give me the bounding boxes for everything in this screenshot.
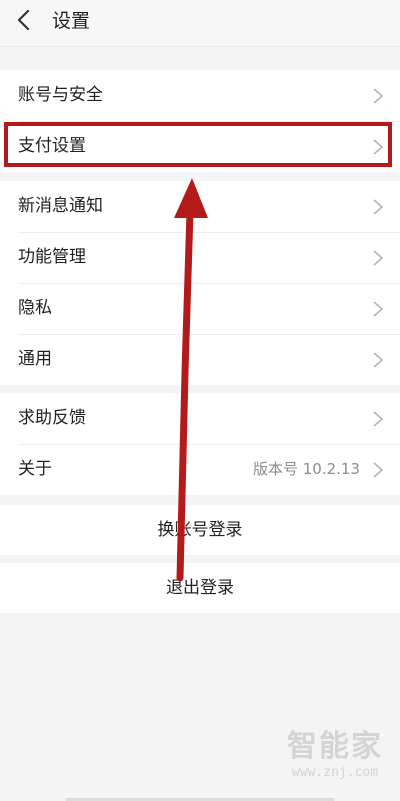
row-label: 求助反馈: [18, 408, 86, 428]
chevron-right-icon: [373, 250, 384, 266]
page-title: 设置: [52, 10, 91, 32]
row-label: 账号与安全: [18, 85, 103, 105]
switch-account-button[interactable]: 换账号登录: [0, 505, 400, 555]
row-label: 功能管理: [18, 247, 86, 267]
watermark: 智能家 www.znj.com: [280, 729, 390, 789]
settings-group-account: 账号与安全 支付设置: [0, 70, 400, 172]
row-account-security[interactable]: 账号与安全: [0, 70, 400, 121]
chevron-right-icon: [373, 88, 384, 104]
row-new-message-notification[interactable]: 新消息通知: [0, 181, 400, 232]
row-general[interactable]: 通用: [0, 334, 400, 385]
logout-label: 退出登录: [166, 578, 234, 598]
chevron-right-icon: [373, 301, 384, 317]
chevron-right-icon: [373, 352, 384, 368]
row-label: 隐私: [18, 298, 52, 318]
switch-account-label: 换账号登录: [157, 520, 243, 540]
row-about[interactable]: 关于 版本号 10.2.13: [0, 444, 400, 495]
row-label: 通用: [18, 349, 52, 369]
chevron-right-icon: [373, 411, 384, 427]
watermark-url: www.znj.com: [291, 765, 379, 780]
chevron-left-icon[interactable]: [14, 9, 36, 31]
watermark-logo: 智能家: [287, 729, 383, 764]
row-label: 新消息通知: [18, 196, 103, 216]
row-label: 关于: [18, 459, 52, 479]
chevron-right-icon: [373, 462, 384, 478]
row-payment-settings[interactable]: 支付设置: [0, 121, 400, 172]
header-bar: 设置: [0, 0, 400, 47]
row-privacy[interactable]: 隐私: [0, 283, 400, 334]
chevron-right-icon: [373, 199, 384, 215]
row-label: 支付设置: [18, 136, 86, 156]
row-feature-management[interactable]: 功能管理: [0, 232, 400, 283]
row-help-feedback[interactable]: 求助反馈: [0, 393, 400, 444]
settings-group-general: 新消息通知 功能管理 隐私 通用: [0, 181, 400, 385]
chevron-right-icon: [373, 139, 384, 155]
settings-group-help: 求助反馈 关于 版本号 10.2.13: [0, 393, 400, 495]
logout-button[interactable]: 退出登录: [0, 563, 400, 613]
version-value: 版本号 10.2.13: [252, 460, 360, 478]
